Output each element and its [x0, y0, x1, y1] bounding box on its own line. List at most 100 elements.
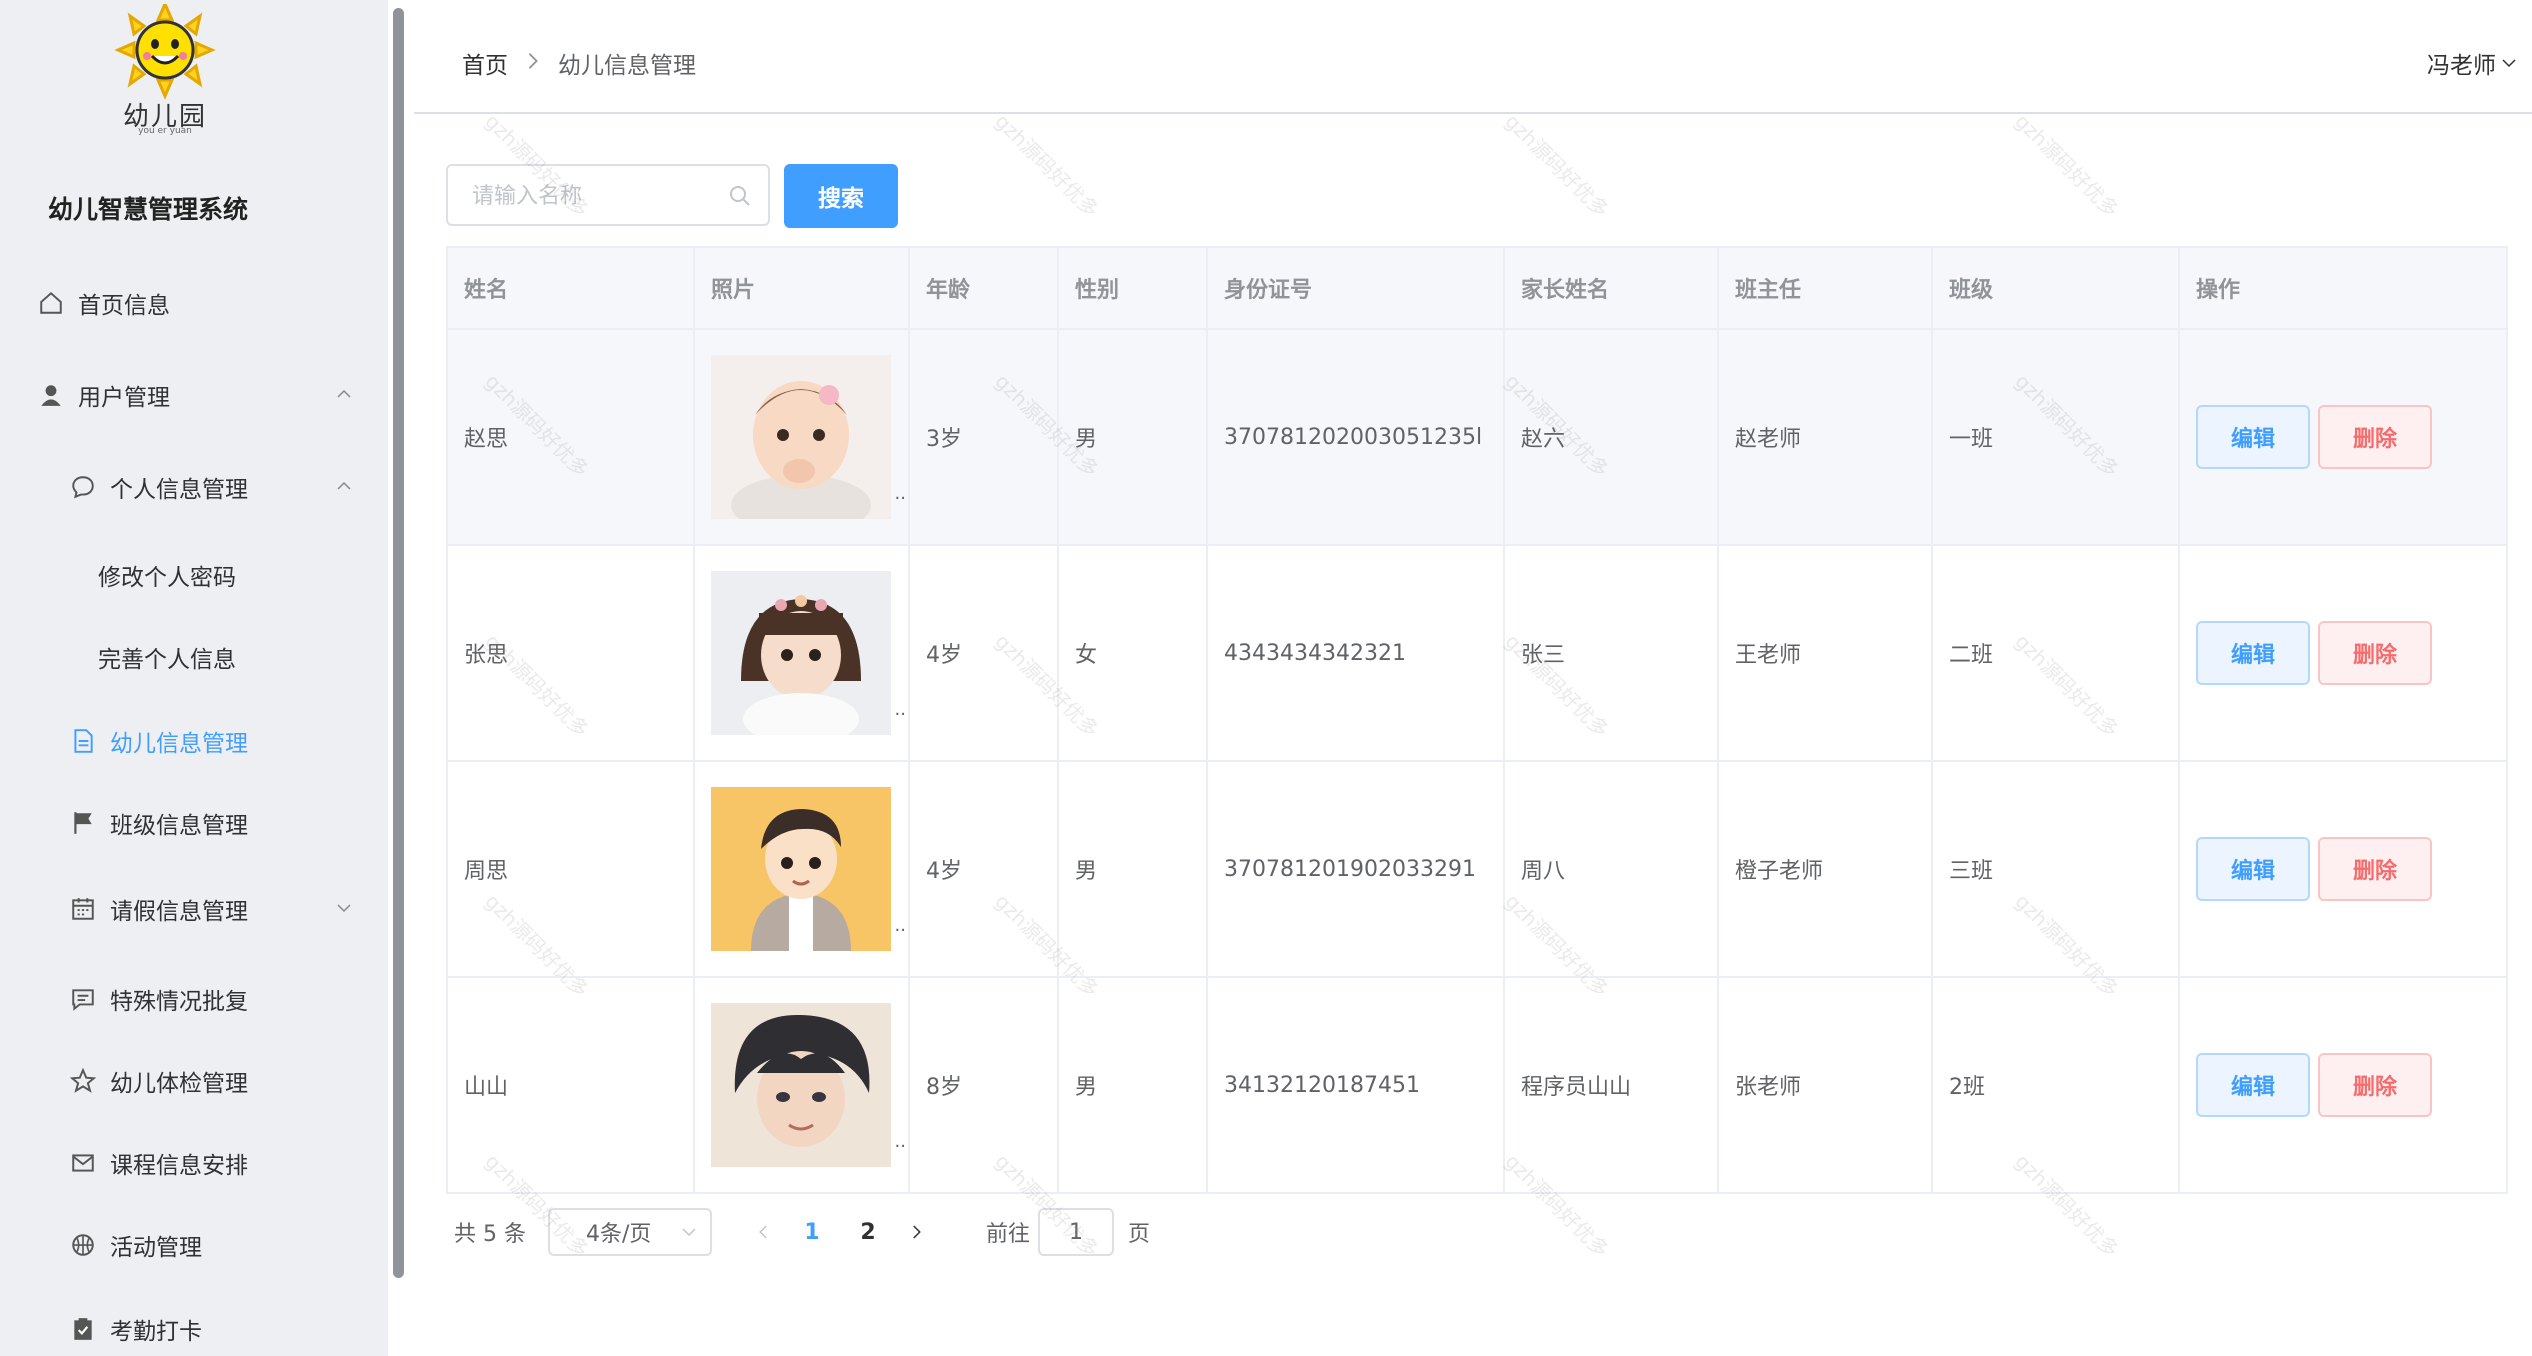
- star-icon: [68, 1066, 98, 1096]
- goto-suffix: 页: [1128, 1222, 1151, 1247]
- sidebar-item-personal-info[interactable]: 个人信息管理: [68, 462, 248, 512]
- sidebar-item-label: 活动管理: [110, 1235, 202, 1261]
- sidebar-item-label: 完善个人信息: [98, 647, 236, 673]
- sidebar-item-label: 班级信息管理: [110, 813, 248, 839]
- page-number-1[interactable]: 1: [784, 1220, 840, 1245]
- delete-button[interactable]: 删除: [2318, 1053, 2432, 1117]
- sidebar-scrollbar[interactable]: [393, 8, 404, 1278]
- top-header: 首页 幼儿信息管理 冯老师: [414, 0, 2532, 114]
- row-actions: 编辑 删除: [2180, 546, 2506, 760]
- edit-button[interactable]: 编辑: [2196, 1053, 2310, 1117]
- user-icon: [36, 380, 66, 410]
- sidebar-item-complete-info[interactable]: 完善个人信息: [98, 632, 236, 682]
- parent-name: 赵六: [1505, 330, 1719, 544]
- watermark-text: gzh源码好优多: [2010, 109, 2124, 223]
- sidebar-item-class-info[interactable]: 班级信息管理: [68, 798, 248, 848]
- watermark-text: gzh源码好优多: [1500, 109, 1614, 223]
- sidebar: 幼儿园 you er yuan 幼儿智慧管理系统 首页信息 用户管理 个人信息管…: [0, 0, 388, 1356]
- child-name: 张思: [448, 546, 695, 760]
- goto-label: 前往: [985, 1222, 1030, 1247]
- column-header: 身份证号: [1208, 248, 1505, 328]
- child-photo[interactable]: [711, 1003, 891, 1167]
- sidebar-item-label: 课程信息安排: [110, 1153, 248, 1179]
- edit-button[interactable]: 编辑: [2196, 405, 2310, 469]
- chevron-left-icon: [759, 1225, 767, 1239]
- breadcrumb-home[interactable]: 首页: [462, 46, 508, 80]
- calendar-icon: [68, 894, 98, 924]
- sidebar-item-label: 请假信息管理: [110, 899, 248, 925]
- search-button[interactable]: 搜索: [784, 164, 898, 228]
- column-header: 班级: [1933, 248, 2180, 328]
- sidebar-item-attendance[interactable]: 考勤打卡: [68, 1304, 202, 1354]
- table-row: 张思 .. 4岁 女 4343434342321 张三 王老师 二班 编辑 删除: [448, 546, 2506, 762]
- row-actions: 编辑 删除: [2180, 978, 2506, 1192]
- photo-cell: ..: [695, 546, 910, 760]
- watermark-text: gzh源码好优多: [990, 109, 1104, 223]
- home-icon: [36, 288, 66, 318]
- table-row: 周思 .. 4岁 男 370781201902033291 周八 橙子老师 三班…: [448, 762, 2506, 978]
- sidebar-item-course-schedule[interactable]: 课程信息安排: [68, 1138, 248, 1188]
- parent-name: 周八: [1505, 762, 1719, 976]
- sidebar-item-label: 特殊情况批复: [110, 989, 248, 1015]
- sidebar-item-change-password[interactable]: 修改个人密码: [98, 550, 236, 600]
- child-gender: 男: [1059, 978, 1208, 1192]
- table-row: 山山 .. 8岁 男 34132120187451 程序员山山 张老师 2班 编…: [448, 978, 2506, 1192]
- chevron-down-icon: [680, 1222, 698, 1247]
- sidebar-item-label: 考勤打卡: [110, 1319, 202, 1345]
- edit-button[interactable]: 编辑: [2196, 837, 2310, 901]
- sidebar-item-health-check[interactable]: 幼儿体检管理: [68, 1056, 248, 1106]
- search-icon[interactable]: [728, 184, 752, 208]
- sidebar-item-label: 个人信息管理: [110, 477, 248, 503]
- sidebar-item-child-info[interactable]: 幼儿信息管理: [68, 716, 248, 766]
- breadcrumb-current: 幼儿信息管理: [558, 53, 696, 79]
- class-name: 2班: [1933, 978, 2180, 1192]
- sidebar-item-activities[interactable]: 活动管理: [68, 1220, 202, 1270]
- document-icon: [68, 726, 98, 756]
- page-number-2[interactable]: 2: [840, 1220, 896, 1245]
- parent-name: 程序员山山: [1505, 978, 1719, 1192]
- class-name: 一班: [1933, 330, 2180, 544]
- parent-name: 张三: [1505, 546, 1719, 760]
- child-age: 4岁: [910, 546, 1059, 760]
- goto-page-input[interactable]: [1038, 1208, 1114, 1256]
- head-teacher: 赵老师: [1719, 330, 1933, 544]
- child-photo[interactable]: [711, 787, 891, 951]
- delete-button[interactable]: 删除: [2318, 405, 2432, 469]
- logo-subtitle: you er yuan: [138, 126, 192, 136]
- pagination: 共 5 条 4条/页 1 2 前往 页: [454, 1206, 1150, 1258]
- column-header: 操作: [2196, 278, 2241, 303]
- delete-button[interactable]: 删除: [2318, 621, 2432, 685]
- table-header-row: 姓名 照片 年龄 性别 身份证号 家长姓名 班主任 班级 操作: [448, 248, 2506, 330]
- delete-button[interactable]: 删除: [2318, 837, 2432, 901]
- child-photo[interactable]: [711, 355, 891, 519]
- head-teacher: 橙子老师: [1719, 762, 1933, 976]
- sidebar-item-user-management[interactable]: 用户管理: [36, 370, 170, 420]
- child-id-number: 4343434342321: [1208, 546, 1505, 760]
- child-gender: 男: [1059, 330, 1208, 544]
- class-name: 三班: [1933, 762, 2180, 976]
- photo-cell: ..: [695, 978, 910, 1192]
- search-input[interactable]: [448, 166, 724, 226]
- edit-button[interactable]: 编辑: [2196, 621, 2310, 685]
- sidebar-item-label: 修改个人密码: [98, 565, 236, 591]
- page-size-select[interactable]: 4条/页: [547, 1208, 712, 1256]
- column-header: 姓名: [448, 248, 695, 328]
- sidebar-item-leave-info[interactable]: 请假信息管理: [68, 884, 248, 934]
- row-actions: 编辑 删除: [2180, 330, 2506, 544]
- sidebar-item-home[interactable]: 首页信息: [36, 278, 170, 328]
- photo-ellipsis: ..: [894, 915, 906, 936]
- child-photo[interactable]: [711, 571, 891, 735]
- user-menu[interactable]: 冯老师: [2427, 46, 2518, 80]
- system-title: 幼儿智慧管理系统: [48, 195, 249, 224]
- child-name: 周思: [448, 762, 695, 976]
- sidebar-item-special-approval[interactable]: 特殊情况批复: [68, 974, 248, 1024]
- mail-icon: [68, 1148, 98, 1178]
- chevron-up-icon[interactable]: [334, 476, 354, 496]
- user-name: 冯老师: [2427, 53, 2496, 79]
- chevron-down-icon[interactable]: [334, 898, 354, 918]
- breadcrumb: 首页 幼儿信息管理: [462, 46, 696, 80]
- next-page-button[interactable]: [896, 1212, 936, 1252]
- prev-page-button[interactable]: [744, 1212, 784, 1252]
- chevron-up-icon[interactable]: [334, 384, 354, 404]
- child-gender: 女: [1059, 546, 1208, 760]
